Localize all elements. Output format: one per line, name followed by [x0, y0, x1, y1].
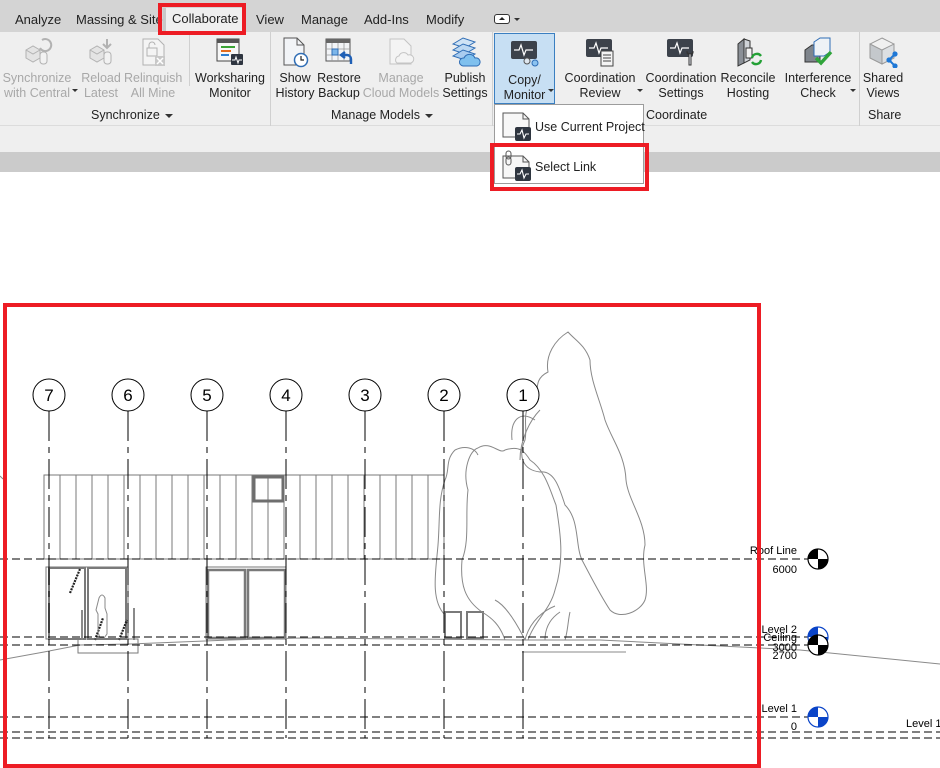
tab-view[interactable]: View	[256, 11, 284, 31]
copy-monitor-dropdown-caret[interactable]	[548, 89, 554, 92]
relinquish-icon	[142, 38, 165, 66]
grid-label: 3	[360, 386, 369, 405]
reload-latest-button[interactable]: Reload Latest	[80, 32, 122, 104]
interference-check-dropdown-caret[interactable]	[850, 89, 856, 92]
tree-outlines	[434, 331, 647, 641]
coordination-settings-button[interactable]: Coordination Settings	[645, 32, 717, 104]
restore-backup-icon	[325, 38, 353, 64]
level-level-1[interactable]: Level 1 0	[0, 703, 829, 733]
panel-title-coordinate: Coordinate	[646, 108, 708, 122]
level-name: Level 1	[762, 703, 797, 715]
cloud-models-icon	[389, 38, 415, 65]
separator	[492, 32, 493, 126]
tab-manage[interactable]: Manage	[301, 11, 348, 31]
coordination-settings-icon	[667, 39, 694, 66]
copy-monitor-dropdown-menu: Use Current Project Select Link	[494, 104, 645, 185]
grid-label: 5	[202, 386, 211, 405]
view-tab-strip	[0, 152, 940, 172]
panel-title-share: Share	[868, 108, 902, 122]
chevron-down-icon[interactable]	[514, 18, 520, 21]
interference-check-icon	[804, 37, 833, 66]
level-name: Ceiling	[763, 632, 797, 644]
offscreen-level-label: Level 1	[906, 718, 940, 730]
copy-monitor-icon	[510, 41, 538, 67]
tab-massing-site[interactable]: Massing & Site	[76, 11, 163, 31]
shared-views-button[interactable]: Shared Views	[861, 32, 905, 104]
reload-latest-icon	[89, 39, 112, 65]
grid-label: 2	[439, 386, 448, 405]
separator	[859, 32, 860, 126]
tab-analyze[interactable]: Analyze	[15, 11, 61, 31]
shared-views-icon	[869, 37, 898, 68]
building-elevation	[43, 474, 484, 654]
coordination-review-button[interactable]: Coordination Review	[563, 32, 637, 104]
tab-collaborate[interactable]: Collaborate	[163, 8, 245, 32]
synchronize-dropdown-caret[interactable]	[72, 89, 78, 92]
publish-settings-button[interactable]: Publish Settings	[441, 32, 489, 104]
select-link-icon	[502, 150, 531, 181]
elevation-view: 7654321 Roof Line6000Level 23000Ceiling2…	[0, 331, 940, 739]
reconcile-hosting-button[interactable]: Reconcile Hosting	[719, 32, 777, 104]
level-elevation: 6000	[773, 564, 797, 576]
grid-label: 4	[281, 386, 290, 405]
coordination-review-icon	[586, 39, 614, 67]
options-bar	[0, 126, 940, 152]
interference-check-button[interactable]: Interference Check	[782, 32, 854, 104]
manage-cloud-models-button[interactable]: Manage Cloud Models	[362, 32, 440, 104]
menu-item-use-current-project[interactable]: Use Current Project	[495, 107, 645, 145]
tab-add-ins[interactable]: Add-Ins	[364, 11, 409, 31]
menu-item-select-link[interactable]: Select Link	[495, 147, 643, 185]
ribbon: Synchronize with Central Reload Latest Rel…	[0, 32, 940, 126]
contextual-tab-toggle-icon[interactable]	[494, 14, 510, 24]
revit-window: Analyze Massing & Site Collaborate View …	[0, 0, 940, 768]
topography-lines	[0, 637, 940, 665]
show-history-button[interactable]: Show History	[274, 32, 316, 104]
ribbon-tab-bar: Analyze Massing & Site Collaborate View …	[0, 0, 940, 32]
tab-modify[interactable]: Modify	[426, 11, 464, 31]
reconcile-hosting-icon	[737, 37, 763, 67]
level-name: Roof Line	[750, 545, 797, 557]
worksharing-monitor-button[interactable]: Worksharing Monitor	[194, 32, 266, 104]
synchronize-with-central-button[interactable]: Synchronize with Central	[2, 32, 72, 104]
show-history-icon	[283, 37, 309, 68]
grid-label: 1	[518, 386, 527, 405]
restore-backup-button[interactable]: Restore Backup	[317, 32, 361, 104]
separator	[189, 32, 190, 86]
panel-title-synchronize[interactable]: Synchronize	[91, 108, 173, 122]
relinquish-all-mine-button[interactable]: Relinquish All Mine	[124, 32, 182, 104]
publish-settings-icon	[451, 37, 481, 67]
grid-label: 6	[123, 386, 132, 405]
separator	[270, 32, 271, 126]
copy-monitor-button[interactable]: Copy/Monitor	[494, 33, 555, 104]
person-silhouette	[95, 594, 108, 639]
synchronize-icon	[25, 38, 53, 65]
level-lines: Roof Line6000Level 23000Ceiling2700Level…	[0, 545, 940, 739]
worksharing-monitor-icon	[216, 38, 243, 65]
level-elevation: 0	[791, 721, 797, 733]
grid-label: 7	[44, 386, 53, 405]
use-current-project-icon	[502, 112, 531, 141]
panel-title-manage-models[interactable]: Manage Models	[331, 108, 433, 122]
level-elevation: 2700	[773, 650, 797, 662]
coordination-review-dropdown-caret[interactable]	[637, 89, 643, 92]
drawing-area[interactable]: 7654321 Roof Line 6000 Level 2 3000 Ceiling 2…	[0, 172, 940, 768]
